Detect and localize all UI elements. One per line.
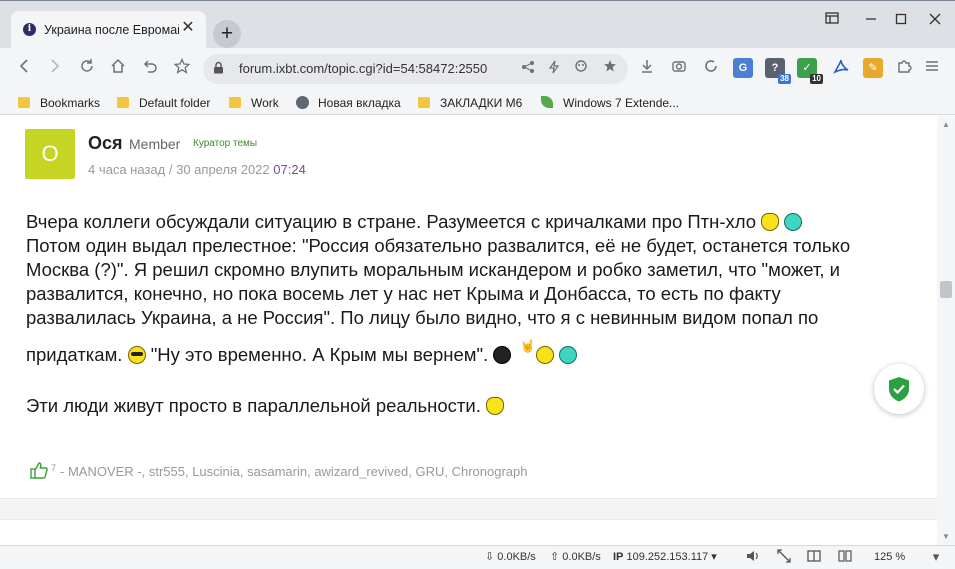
- user-role: Member: [129, 136, 181, 152]
- post-line: Потом один выдал прелестное: "Россия обя…: [26, 235, 851, 256]
- thumbs-up-icon[interactable]: [30, 462, 48, 479]
- page-scrollbar[interactable]: ▲ ▼: [937, 116, 955, 545]
- download-arrow-icon: ⇩: [485, 551, 495, 563]
- site-favicon-icon: i: [23, 23, 36, 36]
- translate-icon[interactable]: G: [733, 58, 753, 78]
- addon-badge-icon[interactable]: ? 38: [765, 58, 791, 84]
- tabs-menu-icon[interactable]: [821, 10, 843, 32]
- folder-icon: [18, 97, 30, 108]
- facepalm-smiley-icon: [485, 397, 504, 415]
- waving-hand-smiley-icon: [761, 213, 780, 231]
- back-icon[interactable]: [13, 58, 35, 80]
- new-tab-button[interactable]: +: [213, 20, 241, 48]
- lock-icon: [213, 61, 224, 77]
- upload-arrow-icon: ⇧: [550, 551, 560, 563]
- split-view-icon[interactable]: [806, 549, 822, 565]
- scroll-up-icon[interactable]: ▲: [941, 120, 951, 130]
- teal-smiley-icon: [558, 346, 577, 364]
- minimize-icon[interactable]: [860, 10, 882, 32]
- post-separator: [0, 498, 937, 520]
- bookmark-windows-7[interactable]: Windows 7 Extende...: [541, 94, 679, 112]
- forward-icon[interactable]: [44, 58, 66, 80]
- post-line: развалится, конечно, но пока восемь лет …: [26, 283, 781, 304]
- bookmark-new-tab[interactable]: Новая вкладка: [296, 94, 401, 112]
- sound-icon[interactable]: [745, 549, 761, 565]
- bookmark-star-icon[interactable]: [171, 57, 193, 80]
- scroll-down-icon[interactable]: ▼: [941, 532, 951, 542]
- folder-icon: [418, 97, 430, 108]
- leaf-icon: [541, 96, 553, 108]
- likes-count: 7: [51, 462, 57, 473]
- tab-close-icon[interactable]: ✕: [178, 18, 198, 38]
- browser-tab[interactable]: i Украина после Евромайдана ✕: [11, 11, 206, 49]
- folder-icon: [229, 97, 241, 108]
- history-icon[interactable]: [700, 58, 722, 80]
- tracking-protection-icon[interactable]: [570, 58, 592, 80]
- puzzle-icon[interactable]: [893, 58, 915, 80]
- fullscreen-icon[interactable]: [776, 549, 792, 565]
- address-bar[interactable]: forum.ixbt.com/topic.cgi?id=54:58472:255…: [203, 54, 628, 84]
- bookmarks-bar: Bookmarks Default folder Work Новая вкла…: [0, 90, 955, 115]
- reload-icon[interactable]: [76, 58, 98, 80]
- menu-icon[interactable]: [921, 58, 943, 80]
- wink-smiley-icon: [535, 346, 554, 364]
- post-username[interactable]: Ося: [88, 133, 123, 154]
- notes-icon[interactable]: ✎: [863, 58, 883, 78]
- grinning-smiley-icon: [784, 213, 803, 231]
- post-line: развалилась Украина, а не Россия". По ли…: [26, 307, 819, 328]
- avatar[interactable]: О: [25, 129, 75, 179]
- page-content: О Ося Member Куратор темы 4 часа назад /…: [0, 116, 937, 545]
- sunglasses-smiley-icon: [127, 346, 146, 364]
- shield-icon: [889, 377, 909, 402]
- globe-icon: [296, 96, 309, 109]
- download-speed: ⇩ 0.0KB/s: [485, 551, 536, 563]
- close-icon[interactable]: [924, 10, 946, 32]
- bookmark-work[interactable]: Work: [229, 94, 279, 112]
- bookmark-bookmarks[interactable]: Bookmarks: [18, 94, 100, 112]
- ip-address[interactable]: IP 109.252.153.117 ▾: [613, 550, 717, 565]
- post-line: придаткам. "Ну это временно. А Крым мы в…: [26, 339, 577, 367]
- rock-horns-smiley-icon: 🤘: [493, 339, 535, 364]
- post-line: Москва (?)". Я решил скромно влупить мор…: [26, 259, 840, 280]
- chevron-down-icon: ▾: [711, 551, 717, 563]
- download-icon[interactable]: [636, 58, 658, 80]
- url-text: forum.ixbt.com/topic.cgi?id=54:58472:255…: [239, 61, 488, 76]
- zoom-level[interactable]: 125 %: [874, 550, 905, 565]
- likes-names[interactable]: - MANOVER -, str555, Luscinia, sasamarin…: [60, 464, 527, 479]
- lightning-icon[interactable]: [543, 58, 565, 80]
- folder-icon: [117, 97, 129, 108]
- navigation-toolbar: forum.ixbt.com/topic.cgi?id=54:58472:255…: [0, 48, 955, 90]
- screenshot-icon[interactable]: [668, 58, 690, 80]
- bookmark-add-icon[interactable]: [599, 58, 621, 80]
- scrollbar-thumb[interactable]: [940, 281, 952, 298]
- security-shield-button[interactable]: [874, 364, 924, 414]
- status-bar: ⇩ 0.0KB/s ⇧ 0.0KB/s IP 109.252.153.117 ▾…: [0, 545, 955, 569]
- likes-row: 7- MANOVER -, str555, Luscinia, sasamari…: [30, 462, 527, 479]
- home-icon[interactable]: [107, 58, 129, 80]
- post-line: Вчера коллеги обсуждали ситуацию в стран…: [26, 210, 803, 234]
- upload-speed: ⇧ 0.0KB/s: [550, 551, 601, 563]
- title-bar: i Украина после Евромайдана ✕ +: [0, 0, 955, 49]
- tab-title: Украина после Евромайдана: [44, 23, 179, 37]
- post-line: Эти люди живут просто в параллельной реа…: [26, 394, 504, 418]
- post-timestamp: 4 часа назад / 30 апреля 2022 07:24: [88, 162, 306, 177]
- zoom-dropdown-icon[interactable]: ▾: [928, 549, 944, 565]
- maximize-icon[interactable]: [890, 10, 912, 32]
- checklist-icon[interactable]: ✓ 10: [797, 58, 823, 84]
- bookmark-zakladki-m6[interactable]: ЗАКЛАДКИ М6: [418, 94, 522, 112]
- share-icon[interactable]: [517, 58, 539, 80]
- undo-close-icon[interactable]: [139, 58, 161, 80]
- curator-badge: Куратор темы: [193, 138, 258, 149]
- reader-icon[interactable]: [837, 549, 853, 565]
- pdf-icon[interactable]: [830, 58, 852, 80]
- bookmark-default-folder[interactable]: Default folder: [117, 94, 210, 112]
